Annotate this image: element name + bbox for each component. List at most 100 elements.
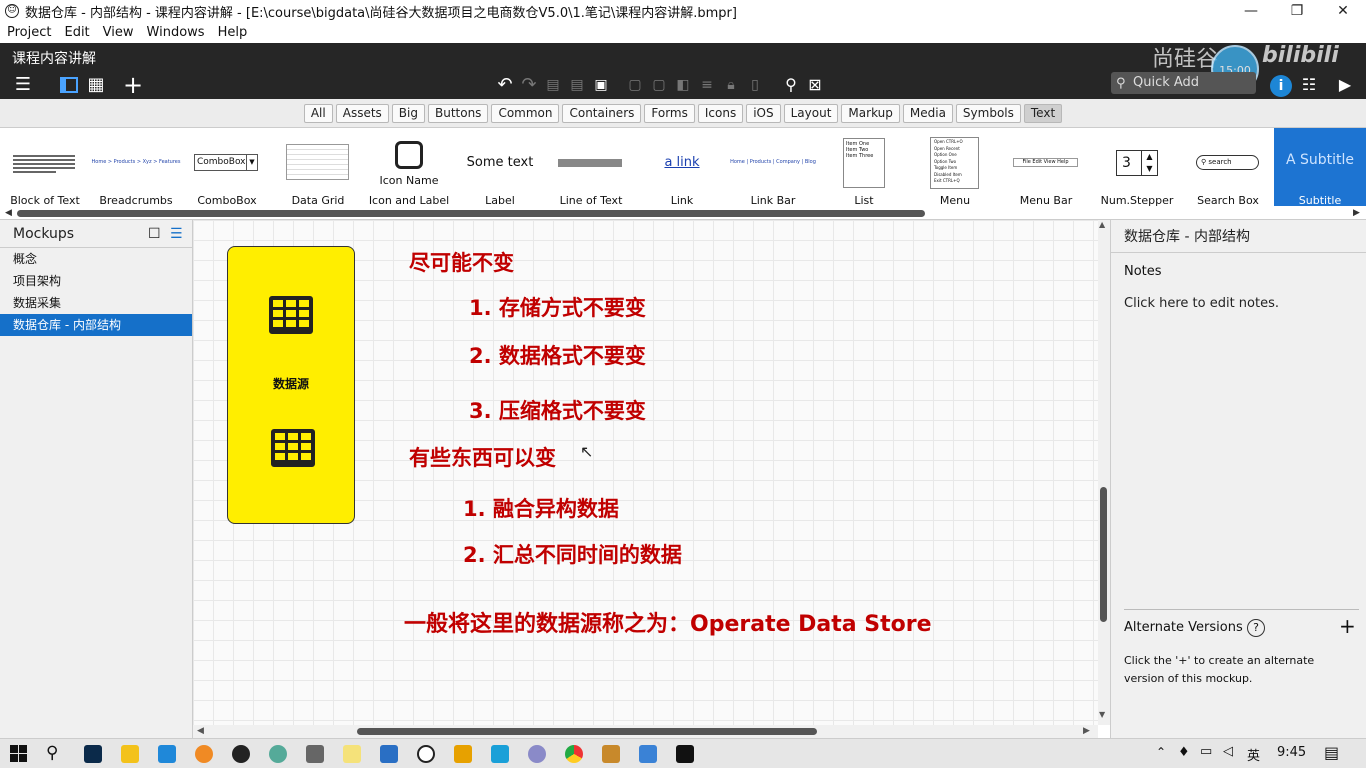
align-icon[interactable]: ≡ — [696, 75, 718, 95]
notifications-icon[interactable]: ▤ — [1324, 743, 1339, 762]
menu-edit[interactable]: Edit — [64, 25, 89, 40]
filter-all[interactable]: All — [303, 103, 333, 123]
filter-icons[interactable]: Icons — [697, 103, 744, 123]
scroll-down-icon[interactable]: ▼ — [1099, 710, 1105, 719]
filter-buttons[interactable]: Buttons — [427, 103, 489, 123]
filter-common[interactable]: Common — [491, 103, 560, 123]
add-mockup-icon[interactable]: + — [122, 73, 144, 97]
lib-combobox[interactable]: ComboBox ▼ ComboBox — [182, 128, 272, 208]
fullscreen-icon[interactable]: ⊠ — [804, 75, 826, 95]
ungroup-icon[interactable]: ▢ — [648, 75, 670, 95]
minimize-button[interactable]: — — [1228, 0, 1274, 22]
lib-label[interactable]: Some text Label — [455, 128, 545, 208]
sidebar-item-architecture[interactable]: 项目架构 — [0, 270, 192, 292]
maximize-button[interactable]: ❐ — [1274, 0, 1320, 22]
filter-assets[interactable]: Assets — [335, 103, 389, 123]
canvas-text[interactable]: 有些东西可以变 — [409, 442, 556, 472]
app-icon[interactable] — [158, 745, 176, 763]
app-icon[interactable] — [491, 745, 509, 763]
lock-icon[interactable]: 🔒︎ — [720, 75, 742, 95]
lib-menu-bar[interactable]: File Edit View Help Menu Bar — [1001, 128, 1091, 208]
canvas-text[interactable]: 1. 融合异构数据 — [463, 493, 619, 523]
balsamiq-icon[interactable] — [417, 745, 435, 763]
cut-icon[interactable]: ▤ — [542, 75, 564, 95]
lib-search-box[interactable]: ⚲ search Search Box — [1183, 128, 1273, 208]
bring-front-icon[interactable]: ◧ — [672, 75, 694, 95]
filter-layout[interactable]: Layout — [783, 103, 839, 123]
list-view-icon[interactable]: ☰ — [170, 220, 183, 248]
windows-start-icon[interactable] — [10, 745, 27, 762]
filter-ios[interactable]: iOS — [746, 103, 781, 123]
canvas-horizontal-scrollbar[interactable]: ◀ ▶ — [193, 725, 1098, 738]
filter-media[interactable]: Media — [902, 103, 953, 123]
add-alternate-icon[interactable]: + — [1339, 614, 1356, 638]
horizontal-scroll-thumb[interactable] — [357, 728, 817, 735]
blender-icon[interactable] — [195, 745, 213, 763]
microphone-icon[interactable]: ♦ — [1178, 745, 1190, 760]
trash-icon[interactable]: ▯ — [744, 75, 766, 95]
properties-icon[interactable]: ☷ — [1298, 75, 1320, 95]
thumbnail-view-icon[interactable]: ☐ — [148, 220, 161, 248]
lib-subtitle[interactable]: A Subtitle Subtitle — [1274, 128, 1366, 207]
canvas-vertical-scrollbar[interactable]: ▲ ▼ — [1098, 220, 1110, 725]
vertical-scroll-thumb[interactable] — [1100, 487, 1107, 622]
canvas-text[interactable]: 1. 存储方式不要变 — [469, 292, 646, 322]
filter-symbols[interactable]: Symbols — [955, 103, 1021, 123]
filter-big[interactable]: Big — [391, 103, 425, 123]
canvas-text[interactable]: 尽可能不变 — [409, 247, 514, 277]
app-icon[interactable] — [306, 745, 324, 763]
menu-project[interactable]: Project — [7, 25, 51, 40]
canvas-text[interactable]: 一般将这里的数据源称之为：Operate Data Store — [404, 606, 932, 638]
lib-block-of-text[interactable]: Block of Text — [0, 128, 90, 208]
notes-field[interactable]: Click here to edit notes. — [1124, 296, 1279, 311]
scroll-left-icon[interactable]: ◀ — [197, 726, 204, 736]
library-scrollbar[interactable] — [17, 210, 925, 217]
hamburger-menu-icon[interactable]: ☰ — [12, 75, 34, 95]
app-icon[interactable] — [528, 745, 546, 763]
quick-add-input[interactable]: Quick Add — [1111, 72, 1256, 94]
photoshop-icon[interactable] — [84, 745, 102, 763]
menu-windows[interactable]: Windows — [147, 25, 205, 40]
lib-list[interactable]: Item One Item Two Item Three List — [819, 128, 909, 208]
app-icon[interactable] — [602, 745, 620, 763]
clock[interactable]: 9:45 — [1277, 745, 1306, 760]
redo-icon[interactable]: ↷ — [518, 75, 540, 95]
close-button[interactable]: ✕ — [1320, 0, 1366, 22]
lib-data-grid[interactable]: Data Grid — [273, 128, 363, 208]
undo-icon[interactable]: ↶ — [494, 75, 516, 95]
paste-icon[interactable]: ▣ — [590, 75, 612, 95]
lib-icon-and-label[interactable]: Icon Name Icon and Label — [364, 128, 454, 208]
volume-icon[interactable]: ◁ — [1223, 744, 1233, 759]
single-view-icon[interactable] — [58, 75, 80, 95]
search-icon[interactable]: ⚲ — [46, 743, 58, 763]
grid-view-icon[interactable]: ▦ — [85, 75, 107, 95]
filter-text[interactable]: Text — [1023, 103, 1063, 123]
file-explorer-icon[interactable] — [121, 745, 139, 763]
search-icon[interactable]: ⚲ — [780, 75, 802, 95]
menu-view[interactable]: View — [103, 25, 134, 40]
canvas-text[interactable]: 3. 压缩格式不要变 — [469, 395, 646, 425]
scroll-up-icon[interactable]: ▲ — [1099, 220, 1105, 229]
data-source-box[interactable]: 数据源 — [227, 246, 355, 524]
menu-help[interactable]: Help — [218, 25, 248, 40]
info-icon[interactable]: i — [1270, 75, 1292, 97]
canvas-text[interactable]: 2. 数据格式不要变 — [469, 340, 646, 370]
intellij-icon[interactable] — [676, 745, 694, 763]
lib-breadcrumbs[interactable]: Home > Products > Xyz > Features Breadcr… — [91, 128, 181, 208]
filter-markup[interactable]: Markup — [841, 103, 900, 123]
canvas-text[interactable]: 2. 汇总不同时间的数据 — [463, 539, 682, 569]
group-icon[interactable]: ▢ — [624, 75, 646, 95]
app-icon[interactable] — [380, 745, 398, 763]
network-icon[interactable]: ▭ — [1200, 744, 1212, 759]
ime-indicator[interactable]: 英 — [1247, 745, 1260, 764]
app-icon[interactable] — [232, 745, 250, 763]
filter-forms[interactable]: Forms — [644, 103, 695, 123]
scroll-left-icon[interactable]: ◀ — [5, 208, 12, 218]
lib-link[interactable]: a link Link — [637, 128, 727, 208]
notepad-icon[interactable] — [343, 745, 361, 763]
lib-link-bar[interactable]: Home | Products | Company | Blog Link Ba… — [728, 128, 818, 208]
app-icon[interactable] — [269, 745, 287, 763]
presentation-icon[interactable]: ▶ — [1334, 75, 1356, 95]
sidebar-item-data-collection[interactable]: 数据采集 — [0, 292, 192, 314]
scroll-right-icon[interactable]: ▶ — [1353, 208, 1360, 218]
